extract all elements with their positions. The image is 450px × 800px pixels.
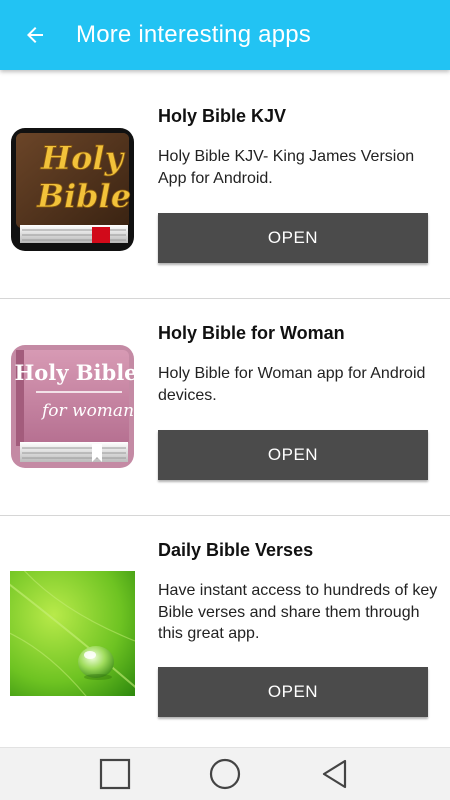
app-title: Holy Bible for Woman bbox=[158, 323, 345, 343]
list-item: Daily Bible Verses Have instant access t… bbox=[0, 516, 450, 733]
open-button[interactable]: OPEN bbox=[158, 213, 428, 263]
app-description: Holy Bible KJV- King James Version App f… bbox=[158, 148, 415, 187]
page-title: More interesting apps bbox=[76, 21, 311, 48]
svg-text:for woman: for woman bbox=[40, 401, 134, 421]
list-item: Holy Bible Holy Bible KJV Holy Bible KJV… bbox=[0, 82, 450, 299]
triangle-back-icon bbox=[322, 759, 347, 789]
app-bar: More interesting apps bbox=[0, 0, 450, 70]
list-item: Holy Bible for woman Holy Bible for Woma… bbox=[0, 299, 450, 516]
square-recent-apps-icon bbox=[99, 758, 131, 790]
open-button[interactable]: OPEN bbox=[158, 430, 428, 480]
home-button[interactable] bbox=[195, 748, 255, 800]
open-button[interactable]: OPEN bbox=[158, 667, 428, 717]
arrow-left-icon bbox=[27, 27, 43, 43]
system-nav-bar bbox=[0, 747, 450, 800]
app-description: Holy Bible for Woman app for Android dev… bbox=[158, 365, 426, 404]
svg-text:Holy Bible: Holy Bible bbox=[14, 360, 135, 385]
green-leaf-water-drop-icon bbox=[10, 571, 135, 696]
app-list: Holy Bible Holy Bible KJV Holy Bible KJV… bbox=[0, 82, 450, 733]
svg-text:Bible: Bible bbox=[36, 177, 131, 215]
holy-bible-woman-book-icon: Holy Bible for woman bbox=[11, 345, 135, 468]
app-description: Have instant access to hundreds of key B… bbox=[158, 582, 438, 642]
back-button[interactable] bbox=[0, 0, 70, 70]
recent-apps-button[interactable] bbox=[85, 748, 145, 800]
system-back-button[interactable] bbox=[305, 748, 365, 800]
holy-bible-book-icon: Holy Bible bbox=[11, 128, 134, 251]
app-title: Daily Bible Verses bbox=[158, 540, 314, 560]
app-title: Holy Bible KJV bbox=[158, 106, 287, 126]
svg-text:Holy: Holy bbox=[40, 139, 126, 177]
circle-home-icon bbox=[209, 758, 241, 790]
